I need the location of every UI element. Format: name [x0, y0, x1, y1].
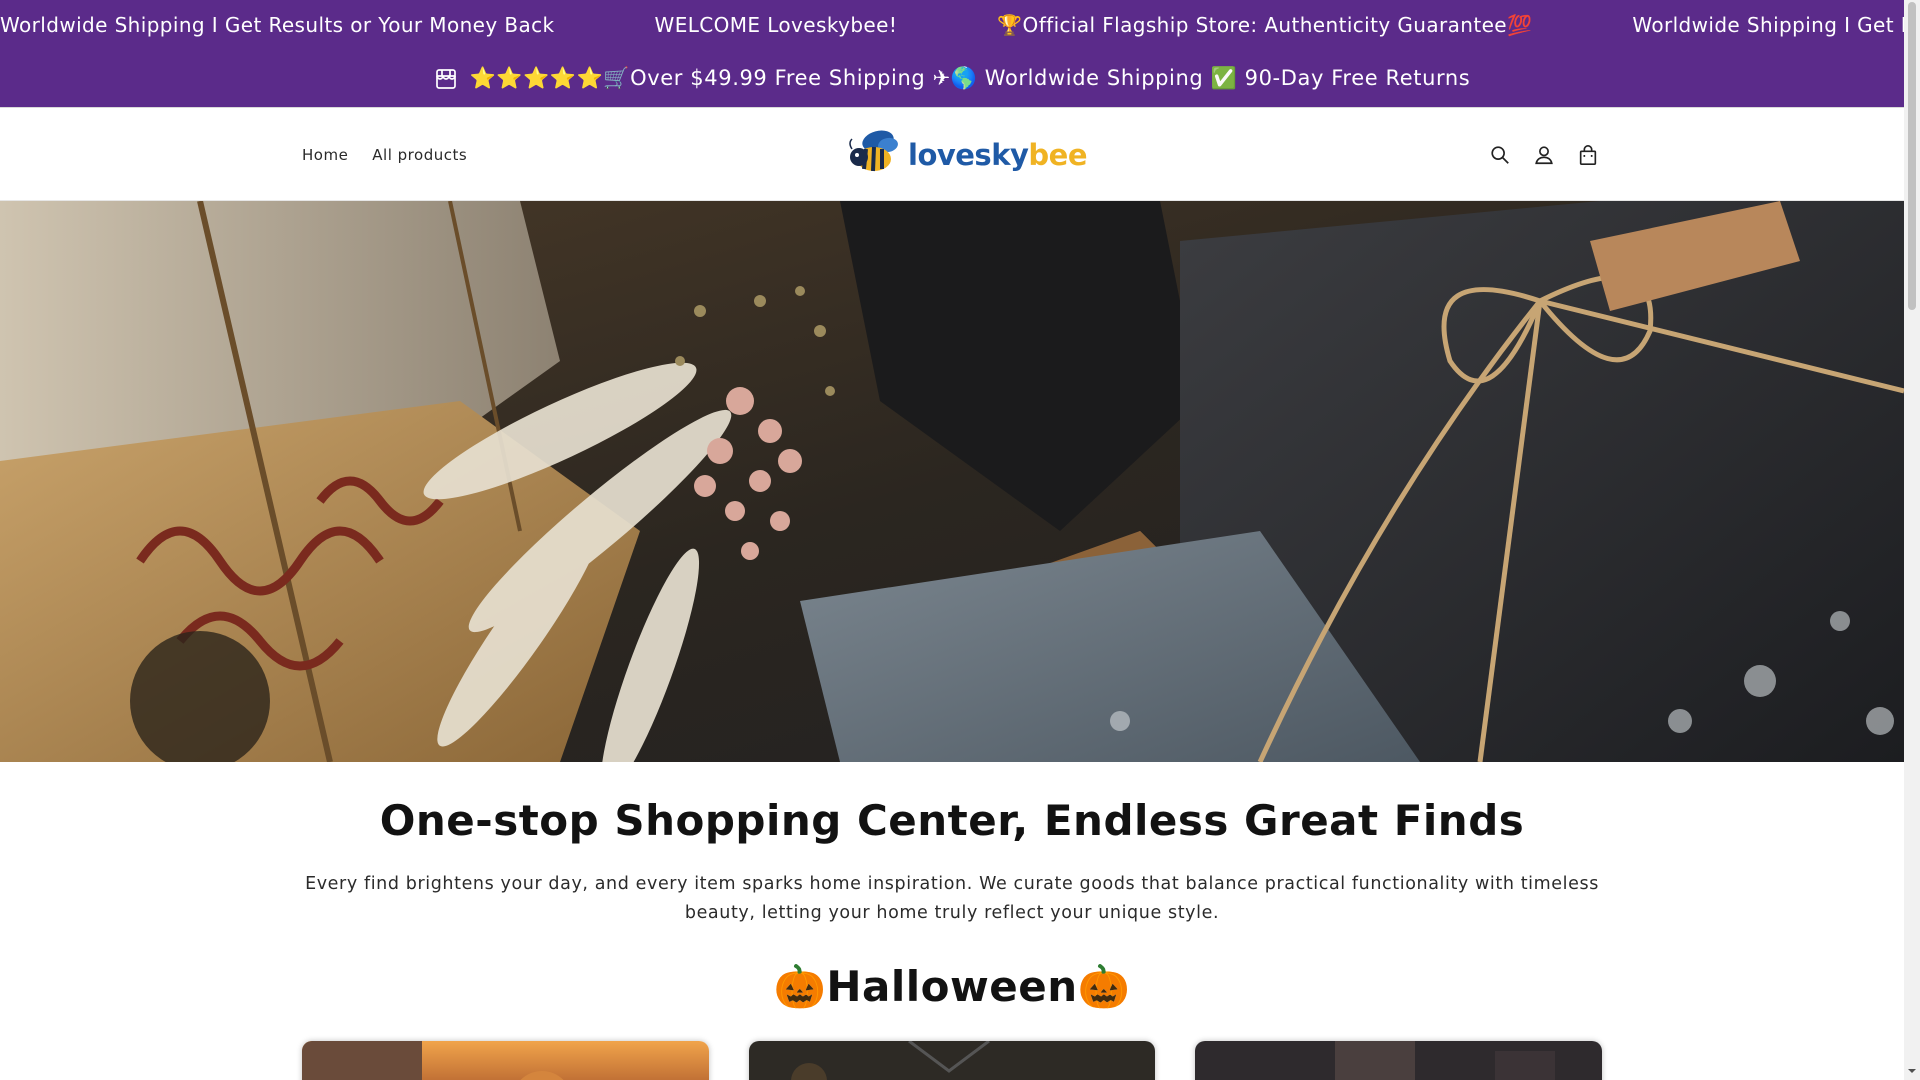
account-icon[interactable]: [1532, 143, 1556, 167]
marquee-item: Worldwide Shipping I Get Results or Your…: [0, 13, 555, 37]
header-icons: [1488, 109, 1600, 201]
site-logo[interactable]: loveskybee: [848, 127, 1087, 183]
search-icon[interactable]: [1488, 143, 1512, 167]
store-icon: [434, 67, 458, 91]
collection-title: 🎃Halloween🎃: [773, 962, 1131, 1011]
logo-part1: lovesky: [908, 138, 1029, 172]
collection-card[interactable]: [1195, 1041, 1603, 1080]
main-nav: Home All products: [302, 109, 467, 201]
scroll-down-icon[interactable]: [1907, 1066, 1917, 1076]
collection-cards: [302, 1041, 1603, 1080]
announcement-bar[interactable]: ⭐⭐⭐⭐⭐🛒Over $49.99 Free Shipping ✈🌎 World…: [0, 50, 1904, 108]
page: Worldwide Shipping I Get Results or Your…: [0, 0, 1904, 1080]
intro-text: Every find brightens your day, and every…: [305, 874, 1599, 923]
collection-card[interactable]: [748, 1041, 1156, 1080]
collection-card[interactable]: [302, 1041, 709, 1080]
marquee-item: Worldwide Shipping I Get Results or Your…: [1632, 13, 1904, 37]
bee-logo-icon: [848, 127, 904, 183]
cart-icon[interactable]: [1576, 143, 1600, 167]
marquee-track: Worldwide Shipping I Get Results or Your…: [0, 0, 1904, 50]
logo-part2: bee: [1028, 138, 1087, 172]
marquee-bar: Worldwide Shipping I Get Results or Your…: [0, 0, 1904, 50]
scrollbar-thumb[interactable]: [1908, 2, 1916, 310]
nav-all-products[interactable]: All products: [372, 146, 467, 164]
page-scrollbar[interactable]: [1904, 0, 1920, 1080]
intro-title: One-stop Shopping Center, Endless Great …: [379, 796, 1525, 845]
nav-home[interactable]: Home: [302, 146, 348, 164]
logo-text: loveskybee: [908, 138, 1087, 172]
hero-banner-image: [0, 201, 1904, 762]
site-header: Home All products loveskybee: [0, 109, 1904, 201]
marquee-item: WELCOME Loveskybee!: [654, 13, 898, 37]
announcement-text: ⭐⭐⭐⭐⭐🛒Over $49.99 Free Shipping ✈🌎 World…: [469, 66, 1471, 90]
marquee-item: 🏆Official Flagship Store: Authenticity G…: [997, 13, 1533, 37]
